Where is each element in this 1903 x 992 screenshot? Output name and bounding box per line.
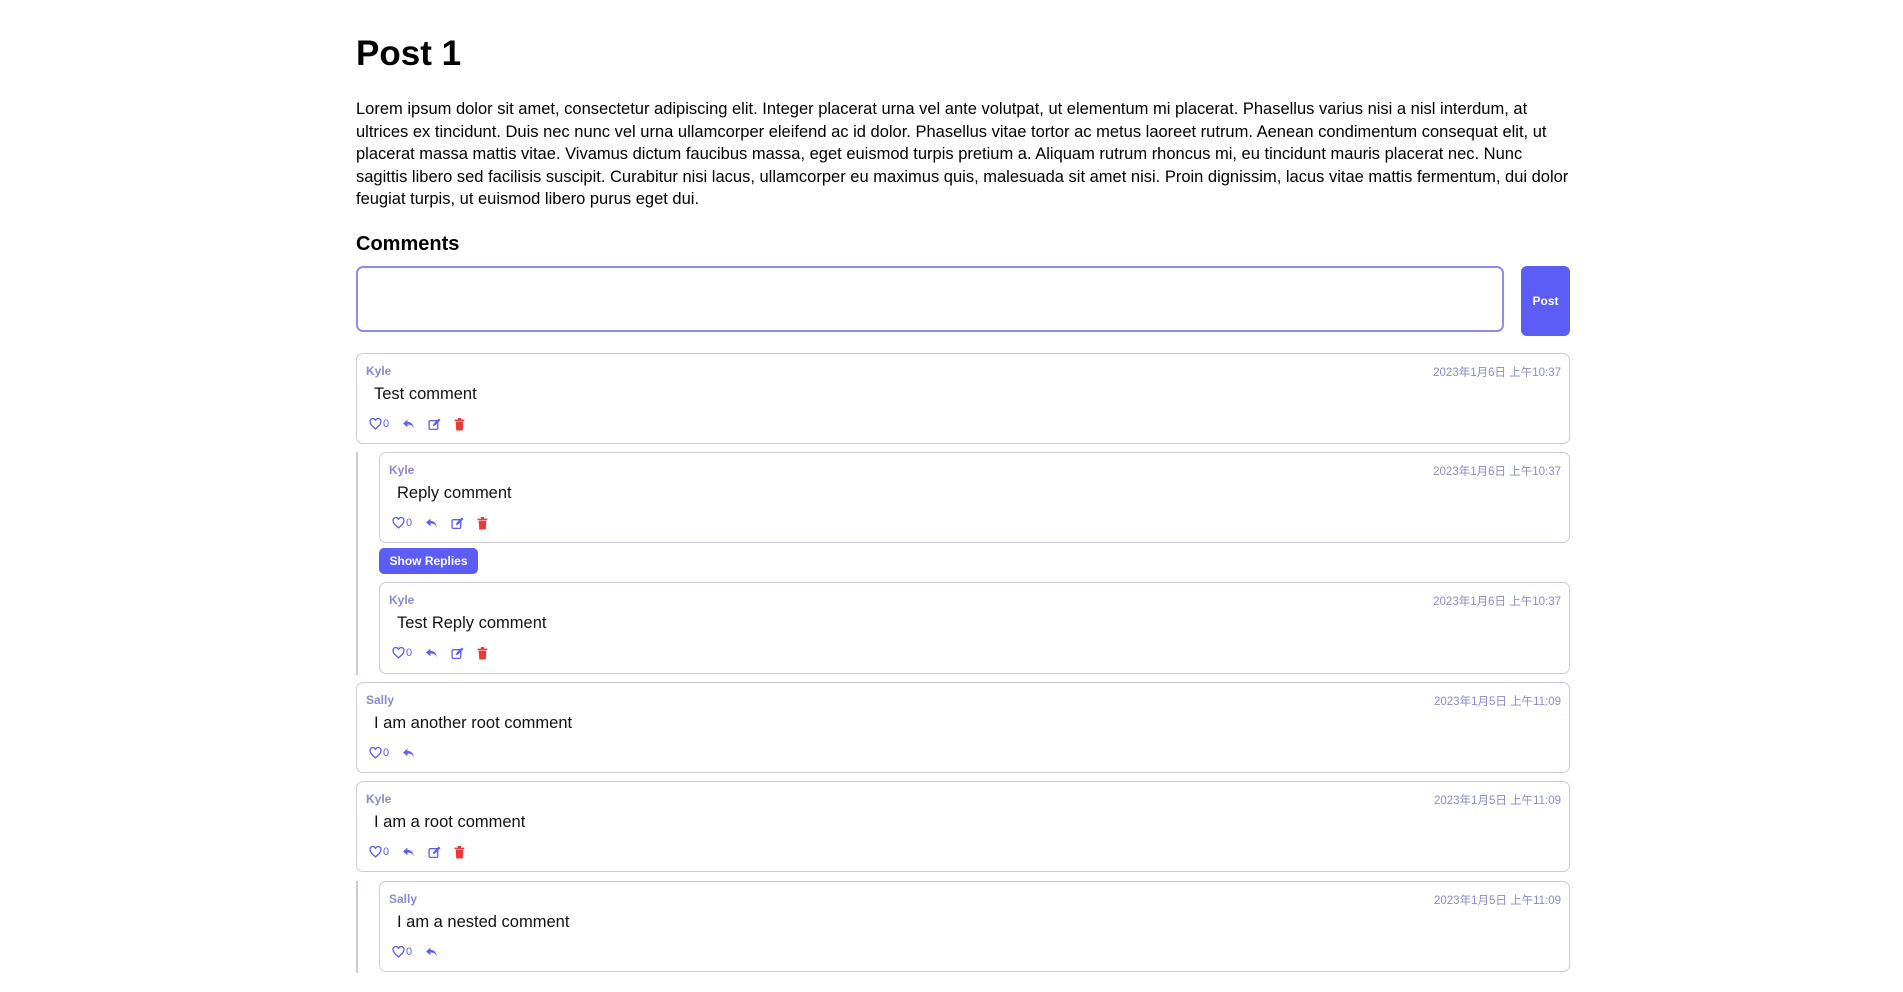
comment-text: I am a nested comment: [397, 913, 570, 931]
trash-icon: [454, 845, 465, 858]
post-title: Post 1: [356, 34, 462, 73]
trash-icon: [454, 417, 465, 430]
like-count: 0: [383, 747, 390, 759]
comment-text: I am another root comment: [374, 714, 573, 732]
delete-button[interactable]: [454, 845, 465, 859]
reply-arrow-icon: [403, 748, 415, 758]
comment-author: Sally: [366, 693, 395, 707]
like-button[interactable]: 0: [392, 517, 412, 529]
comment-form: Post: [356, 266, 1570, 336]
thread-line: [356, 452, 358, 675]
comment-input[interactable]: [356, 266, 1504, 332]
comment-actions: 0: [392, 645, 501, 661]
thread-line: [356, 881, 358, 973]
comments-heading: Comments: [356, 233, 460, 255]
heart-outline-icon: [392, 946, 405, 958]
edit-button[interactable]: [451, 517, 464, 530]
comment-actions: 0: [392, 944, 451, 960]
comment-author: Kyle: [389, 463, 415, 477]
trash-icon: [477, 516, 488, 529]
comment-author: Kyle: [389, 593, 415, 607]
reply-button[interactable]: [425, 517, 438, 529]
reply-arrow-icon: [426, 947, 438, 957]
comment-text: Test comment: [374, 385, 477, 403]
comment-date: 2023年1月5日 上午11:09: [1434, 696, 1561, 708]
delete-button[interactable]: [477, 646, 488, 660]
edit-icon: [428, 418, 441, 430]
comment-date: 2023年1月5日 上午11:09: [1434, 895, 1561, 907]
comment-actions: 0: [392, 515, 501, 531]
reply-button[interactable]: [402, 846, 415, 858]
comment-card: Kyle 2023年1月6日 上午10:37 Test comment 0: [356, 353, 1570, 444]
comment-text: Reply comment: [397, 484, 512, 502]
edit-icon: [451, 517, 464, 529]
reply-arrow-icon: [426, 648, 438, 658]
comment-date: 2023年1月6日 上午10:37: [1433, 596, 1561, 608]
like-button[interactable]: 0: [369, 418, 389, 430]
comment-text: I am a root comment: [374, 813, 526, 831]
reply-button[interactable]: [402, 418, 415, 430]
comment-card: Sally 2023年1月5日 上午11:09 I am a nested co…: [379, 881, 1570, 972]
heart-outline-icon: [369, 418, 382, 430]
edit-icon: [451, 647, 464, 659]
like-button[interactable]: 0: [392, 647, 412, 659]
heart-outline-icon: [392, 517, 405, 529]
edit-button[interactable]: [428, 418, 441, 431]
heart-outline-icon: [369, 747, 382, 759]
edit-button[interactable]: [451, 647, 464, 660]
reply-arrow-icon: [403, 847, 415, 857]
edit-icon: [428, 846, 441, 858]
comment-actions: 0: [369, 416, 478, 432]
post-button[interactable]: Post: [1521, 266, 1570, 336]
comment-card: Kyle 2023年1月6日 上午10:37 Test Reply commen…: [379, 582, 1570, 674]
reply-arrow-icon: [403, 419, 415, 429]
post-body: Lorem ipsum dolor sit amet, consectetur …: [356, 100, 1569, 208]
comment-actions: 0: [369, 844, 478, 860]
comment-author: Kyle: [366, 792, 392, 806]
show-replies-button[interactable]: Show Replies: [379, 548, 478, 574]
delete-button[interactable]: [477, 516, 488, 530]
reply-button[interactable]: [425, 946, 438, 958]
edit-button[interactable]: [428, 846, 441, 859]
trash-icon: [477, 646, 488, 659]
like-count: 0: [406, 517, 413, 529]
like-count: 0: [383, 418, 390, 430]
comment-date: 2023年1月6日 上午10:37: [1433, 367, 1561, 379]
delete-button[interactable]: [454, 417, 465, 431]
like-button[interactable]: 0: [369, 846, 389, 858]
heart-outline-icon: [392, 647, 405, 659]
reply-button[interactable]: [402, 747, 415, 759]
reply-button[interactable]: [425, 647, 438, 659]
like-count: 0: [406, 946, 413, 958]
comment-author: Kyle: [366, 364, 392, 378]
comment-text: Test Reply comment: [397, 614, 547, 632]
comment-date: 2023年1月5日 上午11:09: [1434, 795, 1561, 807]
like-count: 0: [383, 846, 390, 858]
like-count: 0: [406, 647, 413, 659]
reply-arrow-icon: [426, 518, 438, 528]
like-button[interactable]: 0: [392, 946, 412, 958]
comment-author: Sally: [389, 892, 418, 906]
comment-card: Sally 2023年1月5日 上午11:09 I am another roo…: [356, 682, 1570, 773]
like-button[interactable]: 0: [369, 747, 389, 759]
heart-outline-icon: [369, 846, 382, 858]
comment-actions: 0: [369, 745, 428, 761]
comment-card: Kyle 2023年1月6日 上午10:37 Reply comment 0: [379, 452, 1570, 543]
comment-date: 2023年1月6日 上午10:37: [1433, 466, 1561, 478]
comment-card: Kyle 2023年1月5日 上午11:09 I am a root comme…: [356, 781, 1570, 872]
